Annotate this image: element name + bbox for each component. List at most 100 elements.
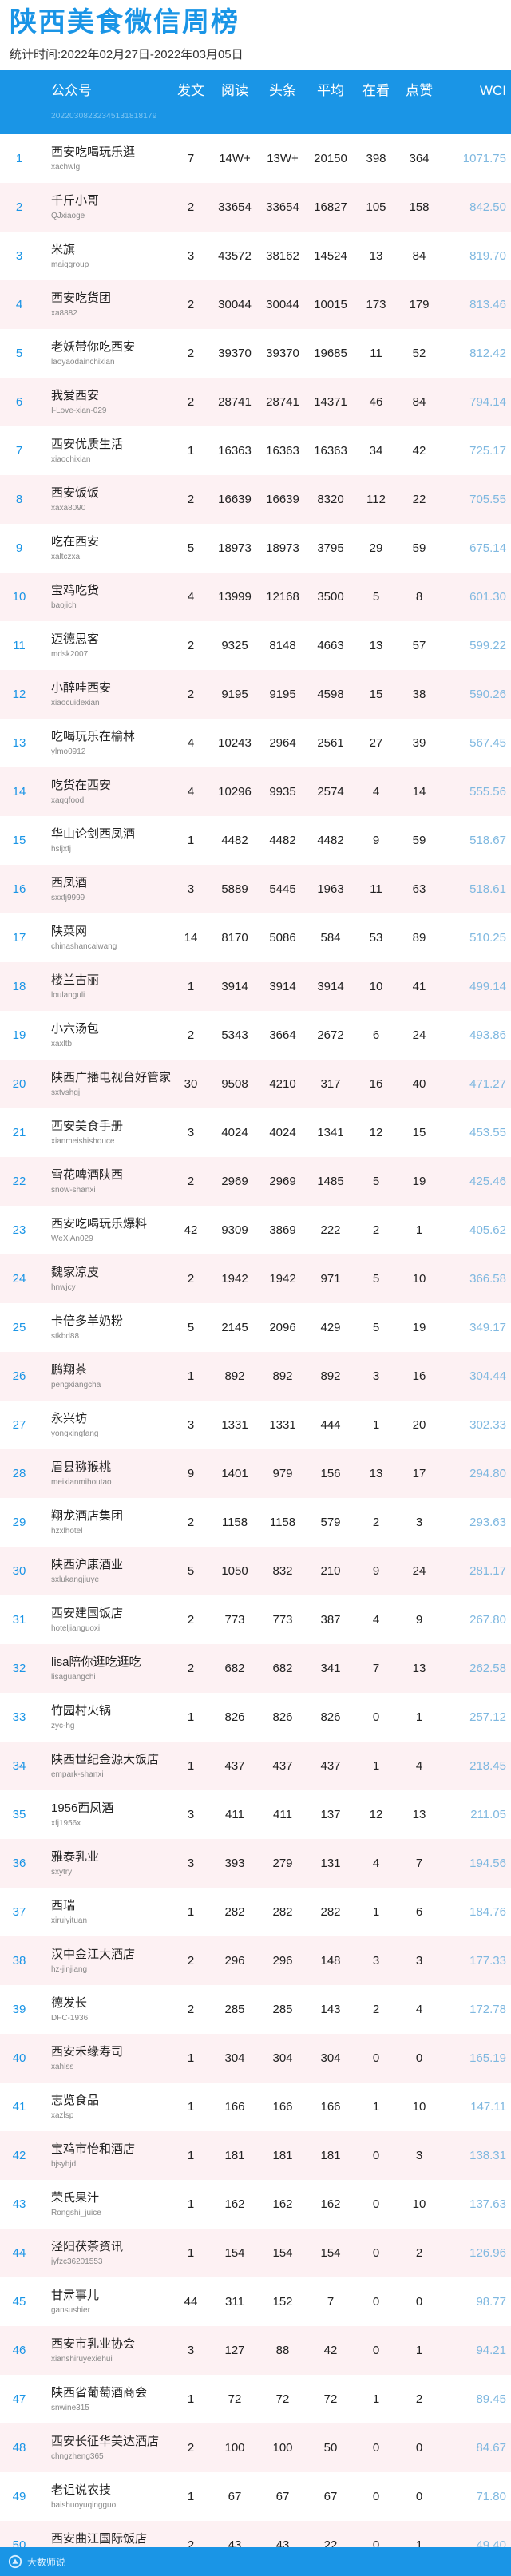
row-rank: 11 (13, 639, 26, 652)
account-name: 西安吃喝玩乐逛 (51, 145, 136, 159)
account-name: 泾阳茯茶资讯 (51, 2239, 124, 2253)
row-posts: 1 (187, 980, 195, 993)
row-posts: 2 (187, 639, 195, 652)
row-reads: 5343 (221, 1028, 248, 1042)
row-looking: 1 (372, 2100, 380, 2114)
row-likes: 9 (415, 1613, 423, 1627)
row-headline: 38162 (266, 249, 299, 263)
row-account: 宝鸡市怡和酒店 bjsyhjd (38, 2142, 171, 2170)
row-wci: 138.31 (469, 2149, 506, 2162)
row-looking: 173 (366, 298, 386, 311)
account-id: ylmo0912 (51, 747, 86, 756)
row-rank: 49 (12, 2490, 26, 2503)
row-average: 4663 (317, 639, 344, 652)
row-account: 永兴坊 yongxingfang (38, 1411, 171, 1440)
row-average: 162 (320, 2198, 341, 2211)
row-likes: 57 (412, 639, 426, 652)
row-average: 1485 (317, 1175, 344, 1188)
row-average: 210 (320, 1564, 341, 1578)
row-average: 67 (323, 2490, 338, 2503)
row-posts: 4 (187, 785, 195, 799)
account-name: 陕菜网 (51, 924, 88, 938)
account-id: hsljxfj (51, 844, 72, 854)
row-rank: 46 (12, 2344, 26, 2357)
row-average: 3914 (317, 980, 344, 993)
row-headline: 296 (272, 1954, 293, 1968)
account-id: chinashancaiwang (51, 941, 117, 951)
row-rank: 16 (12, 882, 26, 896)
table-row: 38 汉中金江大酒店 hz-jinjiang 2 296 296 148 3 3 177.33 (0, 1936, 511, 1985)
row-average: 444 (320, 1418, 341, 1432)
table-row: 21 西安美食手册 xianmeishishouce 3 4024 4024 1341 12 1… (0, 1108, 511, 1157)
row-likes: 20 (412, 1418, 426, 1432)
account-name: 西安建国饭店 (51, 1606, 124, 1620)
row-looking: 11 (370, 347, 382, 360)
row-posts: 1 (187, 2392, 195, 2406)
table-row: 33 竹园村火锅 zyc-hg 1 826 826 826 0 1 257.12 (0, 1693, 511, 1742)
account-name: 志览食品 (51, 2093, 100, 2107)
row-looking: 34 (369, 444, 383, 458)
row-looking: 5 (372, 1272, 380, 1286)
row-account: 泾阳茯茶资讯 jyfzc36201553 (38, 2239, 171, 2268)
row-wci: 675.14 (469, 541, 506, 555)
row-wci: 725.17 (469, 444, 506, 458)
account-id: jyfzc36201553 (51, 2257, 103, 2266)
row-likes: 10 (412, 2198, 426, 2211)
row-likes: 39 (412, 736, 426, 750)
row-posts: 3 (187, 1418, 195, 1432)
row-headline: 4024 (269, 1126, 296, 1139)
row-wci: 147.11 (470, 2100, 506, 2114)
row-likes: 15 (412, 1126, 426, 1139)
row-reads: 33654 (218, 200, 252, 214)
row-rank: 7 (15, 444, 23, 458)
table-row: 28 眉县猕猴桃 meixianmihoutao 9 1401 979 156 13 17 294… (0, 1449, 511, 1498)
row-likes: 52 (412, 347, 426, 360)
row-wci: 89.45 (476, 2392, 506, 2406)
row-average: 137 (320, 1808, 341, 1821)
account-name: 卡倍多羊奶粉 (51, 1314, 124, 1328)
row-posts: 2 (187, 1954, 195, 1968)
row-wci: 590.26 (469, 688, 506, 701)
row-wci: 349.17 (469, 1321, 506, 1334)
row-headline: 1942 (269, 1272, 296, 1286)
row-account: 华山论剑西凤酒 hsljxfj (38, 826, 171, 855)
table-row: 47 陕西省葡萄酒商会 snwine315 1 72 72 72 1 2 89.45 (0, 2375, 511, 2423)
row-posts: 1 (187, 2246, 195, 2260)
row-posts: 1 (187, 1759, 195, 1773)
col-wci: WCI (479, 83, 506, 98)
ranking-rows: 1 西安吃喝玩乐逛 xachwlg 7 14W+ 13W+ 20150 398 364 1071.… (0, 134, 511, 2570)
row-likes: 0 (415, 2490, 423, 2503)
row-headline: 892 (272, 1369, 293, 1383)
account-name: 陕西广播电视台好管家 (51, 1070, 172, 1084)
row-reads: 9195 (221, 688, 248, 701)
account-name: 西瑞 (51, 1898, 76, 1912)
row-rank: 43 (12, 2198, 26, 2211)
row-reads: 311 (225, 2295, 244, 2308)
row-account: 米旗 maiqgroup (38, 242, 171, 271)
table-row: 44 泾阳茯茶资讯 jyfzc36201553 1 154 154 154 0 2 126.96 (0, 2229, 511, 2277)
row-average: 282 (320, 1905, 341, 1919)
row-rank: 13 (12, 736, 26, 750)
account-id: xianmeishishouce (51, 1136, 115, 1146)
row-average: 437 (320, 1759, 341, 1773)
account-name: 雅泰乳业 (51, 1849, 100, 1864)
row-wci: 518.61 (469, 882, 506, 896)
row-average: 148 (320, 1954, 341, 1968)
row-average: 14524 (314, 249, 347, 263)
row-account: 西凤酒 sxxfj9999 (38, 875, 171, 904)
row-posts: 2 (187, 1028, 195, 1042)
row-looking: 13 (369, 249, 383, 263)
table-row: 3 米旗 maiqgroup 3 43572 38162 14524 13 84 819.70 (0, 232, 511, 280)
account-name: 西安吃货团 (51, 291, 112, 305)
row-headline: 979 (272, 1467, 293, 1480)
account-id: I-Love-xian-029 (51, 406, 107, 415)
table-subheader: 20220308232345131818179 (51, 112, 157, 121)
account-name: 西安吃喝玩乐爆料 (51, 1216, 148, 1231)
account-id: baojich (51, 600, 77, 610)
row-headline: 30044 (266, 298, 299, 311)
row-account: 卡倍多羊奶粉 stkbd88 (38, 1314, 171, 1342)
row-account: 鹏翔茶 pengxiangcha (38, 1362, 171, 1391)
row-average: 4482 (317, 834, 344, 847)
row-rank: 12 (12, 688, 26, 701)
table-row: 26 鹏翔茶 pengxiangcha 1 892 892 892 3 16 304.44 (0, 1352, 511, 1401)
